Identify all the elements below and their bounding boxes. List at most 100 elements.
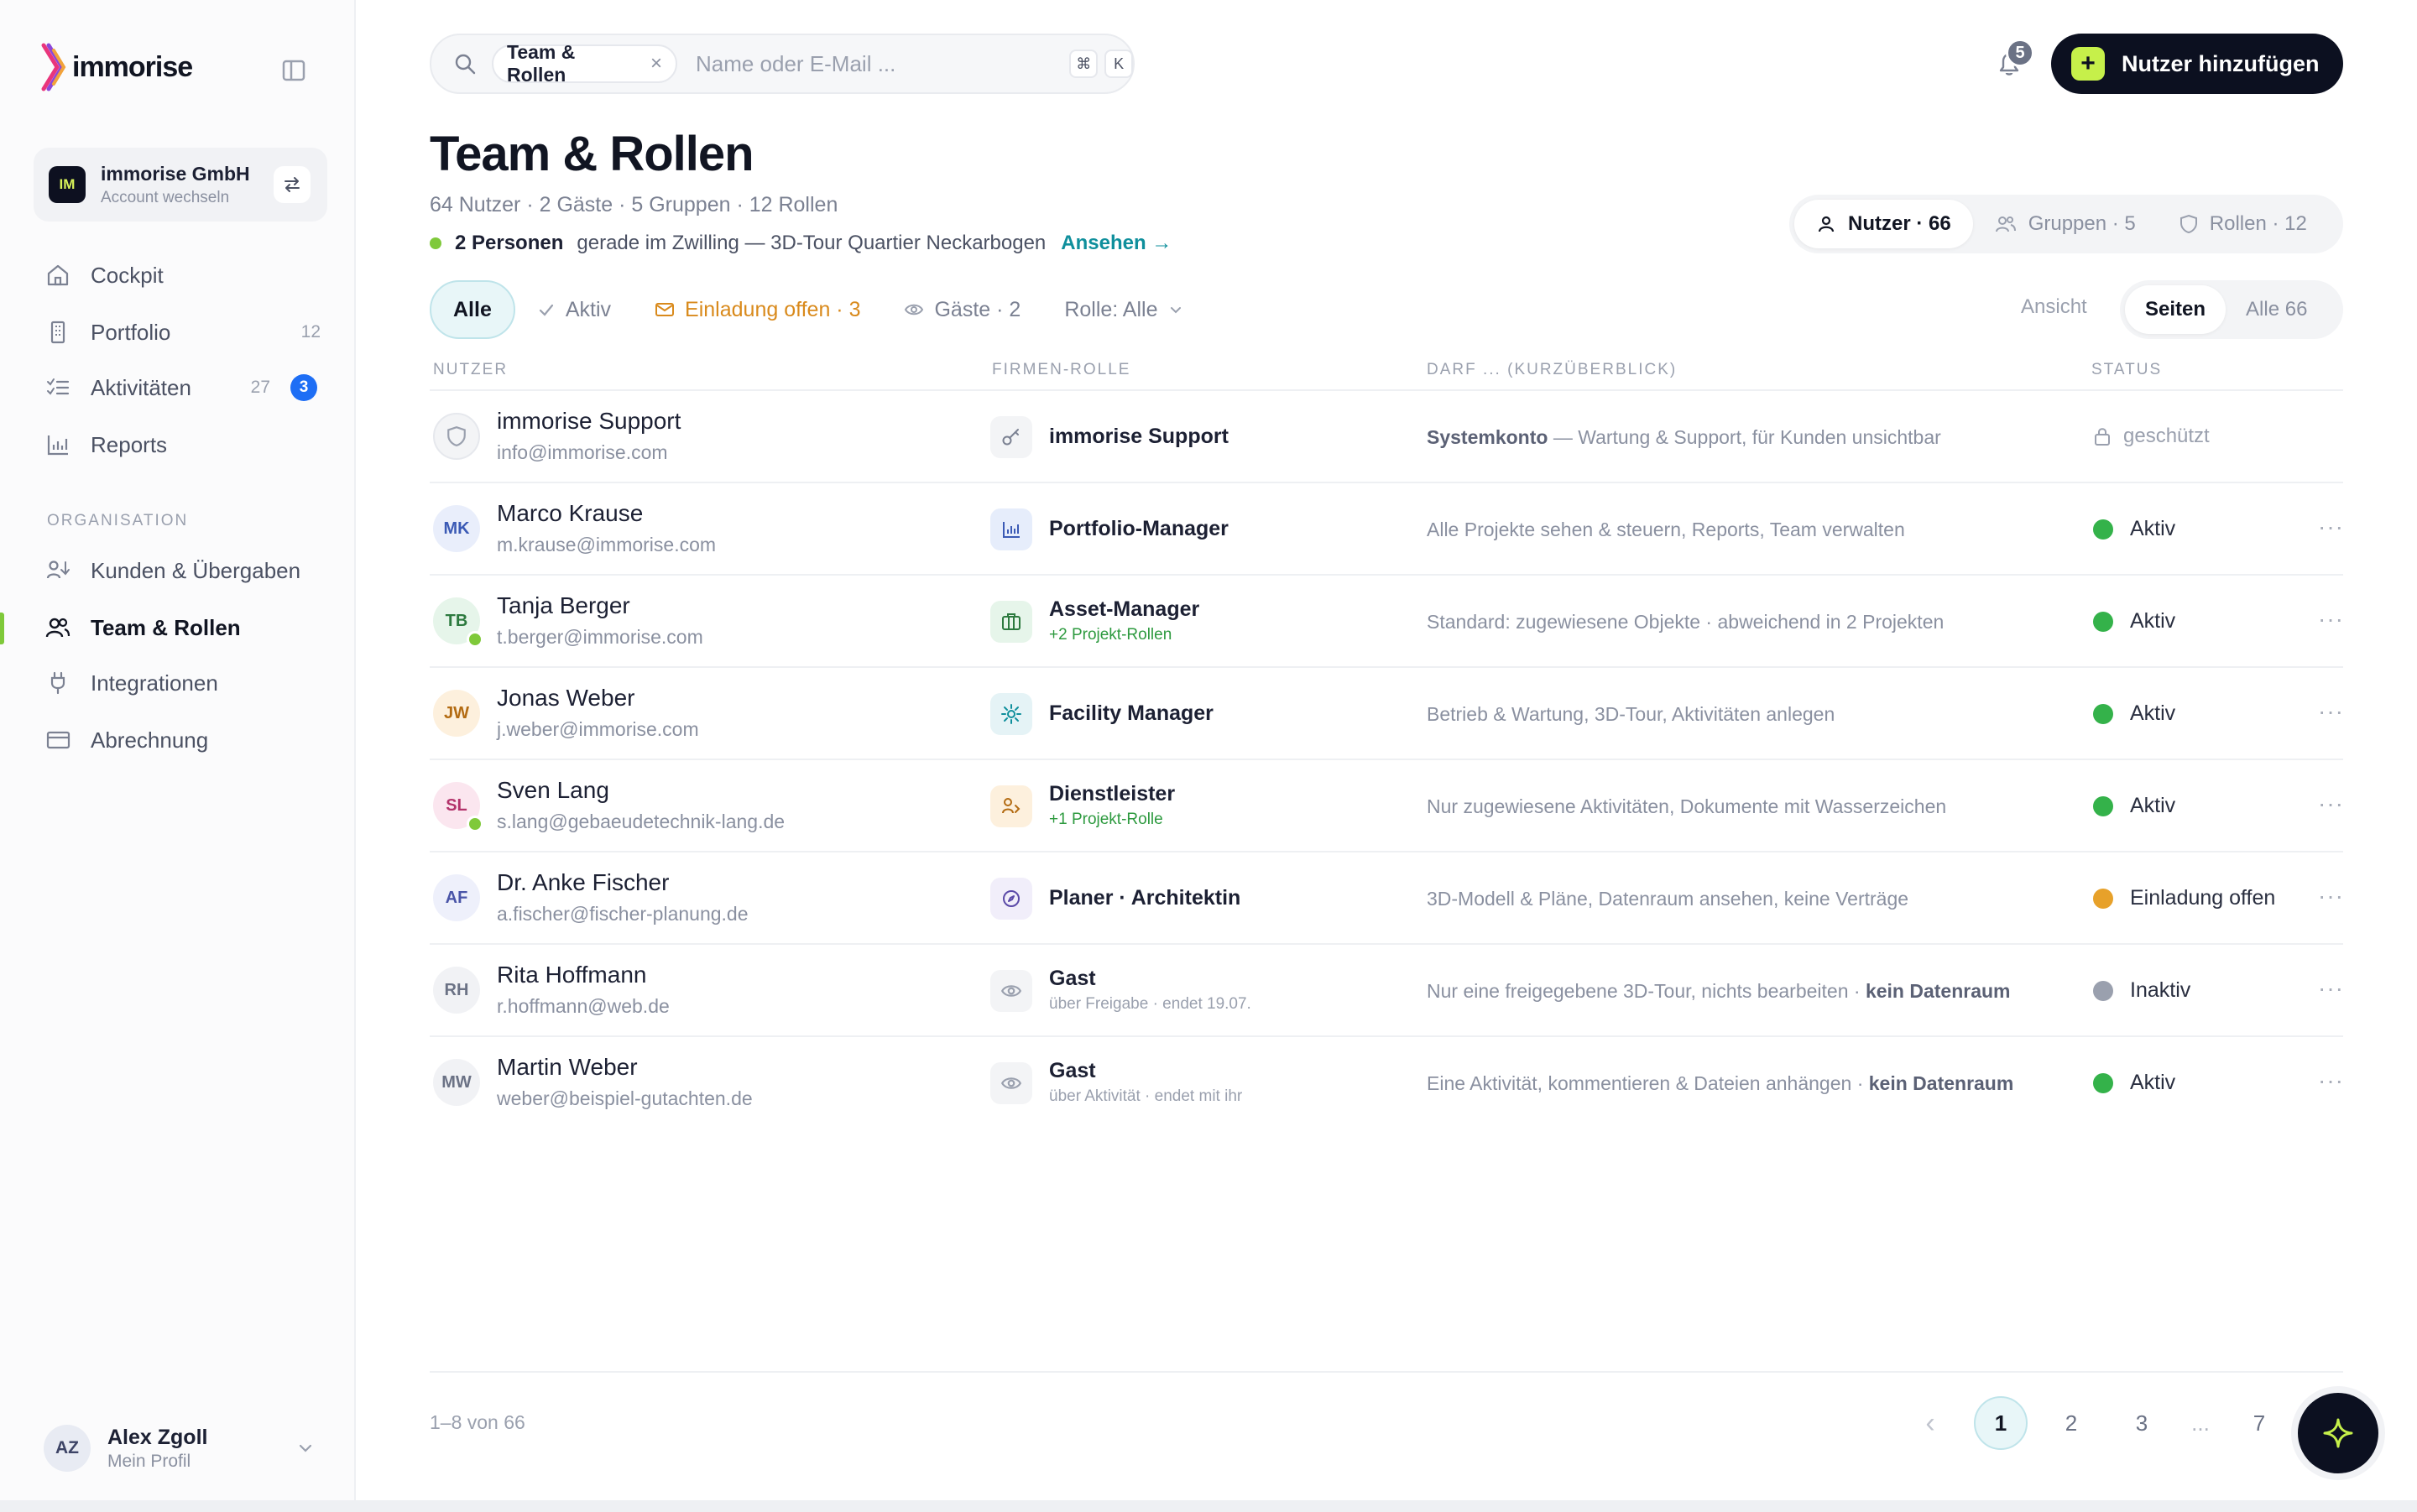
page-button-2[interactable]: 2 (2044, 1396, 2098, 1450)
portfolio-count: 12 (300, 322, 321, 342)
search-input[interactable] (695, 50, 1063, 77)
filter-bar: Alle Aktiv Einladung offen · 3 Gäste · 2… (430, 280, 1206, 339)
avatar: AF (433, 874, 480, 921)
row-more-icon[interactable]: ··· (2318, 883, 2344, 910)
role-icon-box (990, 970, 1032, 1012)
row-more-icon[interactable]: ··· (2318, 606, 2344, 633)
status-dot (2093, 980, 2113, 1001)
table-row[interactable]: immorise Support info@immorise.com immor… (430, 389, 2343, 482)
org-switch-label: Account wechseln (101, 188, 230, 206)
filter-einladung-offen[interactable]: Einladung offen · 3 (633, 280, 882, 339)
status-label: geschützt (2123, 425, 2210, 447)
shield-icon (446, 425, 467, 447)
user-email: s.lang@gebaeudetechnik-lang.de (497, 811, 786, 832)
role-name: Gast (1049, 967, 1096, 990)
user-name: Rita Hoffmann (497, 962, 647, 988)
role-extra[interactable]: +1 Projekt-Rolle (1049, 811, 1163, 829)
tab-label: Gruppen · 5 (2028, 212, 2136, 235)
table-row[interactable]: TB Tanja Berger t.berger@immorise.com As… (430, 574, 2343, 666)
table-row[interactable]: MW Martin Weber weber@beispiel-gutachten… (430, 1035, 2343, 1128)
view-tabs: Nutzer · 66 Gruppen · 5 Rollen · 12 (1789, 195, 2343, 253)
user-name: Tanja Berger (497, 592, 630, 618)
role-icon-box (990, 785, 1032, 827)
sidebar-item-abrechnung[interactable]: Abrechnung (34, 718, 327, 762)
org-name: immorise GmbH (101, 162, 250, 185)
page-button-3[interactable]: 3 (2115, 1396, 2169, 1450)
status-badge: Aktiv (2093, 701, 2175, 726)
sidebar-item-reports[interactable]: Reports (34, 423, 327, 467)
filter-label: Alle (453, 297, 492, 321)
table-row[interactable]: JW Jonas Weber j.weber@immorise.com Faci… (430, 666, 2343, 759)
add-user-button[interactable]: + Nutzer hinzufügen (2051, 34, 2343, 94)
chip-close-icon[interactable]: × (650, 52, 662, 76)
row-more-icon[interactable]: ··· (2318, 514, 2344, 540)
row-more-icon[interactable]: ··· (2318, 975, 2344, 1002)
active-indicator (0, 613, 4, 644)
avatar: MK (433, 505, 480, 552)
brand-logo[interactable]: immorise (40, 42, 193, 92)
live-text: gerade im Zwilling — 3D-Tour Quartier Ne… (577, 232, 1047, 254)
row-more-icon[interactable]: ··· (2318, 790, 2344, 817)
filter-gaeste[interactable]: Gäste · 2 (882, 280, 1042, 339)
sidebar-item-label: Abrechnung (91, 727, 209, 753)
sidebar-item-label: Reports (91, 431, 168, 457)
sidebar-item-portfolio[interactable]: Portfolio 12 (34, 310, 327, 354)
sidebar-toggle-icon[interactable] (280, 57, 307, 84)
role-name: Dienstleister (1049, 782, 1176, 806)
permission-summary: Nur zugewiesene Aktivitäten, Dokumente m… (1427, 795, 1947, 817)
tab-rollen[interactable]: Rollen · 12 (2158, 200, 2329, 248)
page-button-7[interactable]: 7 (2232, 1396, 2286, 1450)
page-button-1[interactable]: 1 (1974, 1396, 2028, 1450)
permission-summary: 3D-Modell & Pläne, Datenraum ansehen, ke… (1427, 888, 1909, 910)
filter-alle[interactable]: Alle (430, 280, 515, 339)
column-header-nutzer[interactable]: NUTZER (433, 361, 508, 379)
checklist-icon (44, 373, 72, 402)
sidebar-item-integrationen[interactable]: Integrationen (34, 661, 327, 705)
row-more-icon[interactable]: ··· (2318, 1067, 2344, 1094)
column-header-darf[interactable]: DARF ... (KURZÜBERBLICK) (1427, 361, 1677, 379)
page-prev-button[interactable]: ‹ (1903, 1396, 1957, 1450)
users-handoff-icon (1000, 795, 1022, 817)
filter-aktiv[interactable]: Aktiv (515, 280, 633, 339)
role-extra[interactable]: +2 Projekt-Rollen (1049, 626, 1172, 644)
table-row[interactable]: RH Rita Hoffmann r.hoffmann@web.de Gast … (430, 943, 2343, 1035)
permission-summary: Alle Projekte sehen & steuern, Reports, … (1427, 519, 1905, 540)
permission-text: — Wartung & Support, für Kunden unsichtb… (1548, 426, 1941, 448)
plus-icon: + (2071, 47, 2105, 81)
search-bar[interactable]: Team & Rollen × ⌘ K (430, 34, 1135, 94)
sidebar-item-label: Integrationen (91, 670, 218, 696)
role-name: immorise Support (1049, 425, 1229, 448)
role-icon-box (990, 878, 1032, 920)
eye-icon (904, 300, 924, 319)
sidebar-item-team-rollen[interactable]: Team & Rollen (34, 606, 327, 649)
role-icon-box (990, 1062, 1032, 1104)
table-row[interactable]: MK Marco Krause m.krause@immorise.com Po… (430, 482, 2343, 574)
table-row[interactable]: AF Dr. Anke Fischer a.fischer@fischer-pl… (430, 851, 2343, 943)
filter-rolle-dropdown[interactable]: Rolle: Alle (1042, 280, 1206, 339)
live-view-link[interactable]: Ansehen → (1061, 232, 1172, 255)
ai-assistant-button[interactable] (2298, 1393, 2378, 1473)
check-icon (537, 300, 556, 319)
column-header-status[interactable]: STATUS (2091, 361, 2162, 379)
org-switcher[interactable]: IM immorise GmbH Account wechseln (34, 148, 327, 222)
column-header-rolle[interactable]: FIRMEN-ROLLE (992, 361, 1130, 379)
filter-label: Einladung offen · 3 (685, 297, 861, 321)
view-mode-seiten[interactable]: Seiten (2125, 285, 2226, 334)
view-mode-alle[interactable]: Alle 66 (2226, 285, 2327, 334)
tab-nutzer[interactable]: Nutzer · 66 (1794, 200, 1973, 248)
gear-icon (1000, 703, 1022, 725)
users-icon (1995, 214, 2017, 234)
row-more-icon[interactable]: ··· (2318, 698, 2344, 725)
sidebar-item-aktivitaeten[interactable]: Aktivitäten 27 3 (34, 366, 327, 409)
switch-account-button[interactable] (274, 166, 311, 203)
role-name: Facility Manager (1049, 701, 1214, 725)
role-name: Planer · Architektin (1049, 886, 1241, 910)
tab-gruppen[interactable]: Gruppen · 5 (1973, 200, 2158, 248)
profile-menu[interactable]: AZ Alex Zgoll Mein Profil (34, 1416, 327, 1480)
users-icon (44, 613, 72, 642)
sidebar-item-kunden-uebergaben[interactable]: Kunden & Übergaben (34, 549, 327, 592)
bar-chart-icon (1000, 519, 1022, 540)
table-row[interactable]: SL Sven Lang s.lang@gebaeudetechnik-lang… (430, 759, 2343, 851)
live-count: 2 Personen (455, 232, 564, 254)
sidebar-item-cockpit[interactable]: Cockpit (34, 253, 327, 297)
